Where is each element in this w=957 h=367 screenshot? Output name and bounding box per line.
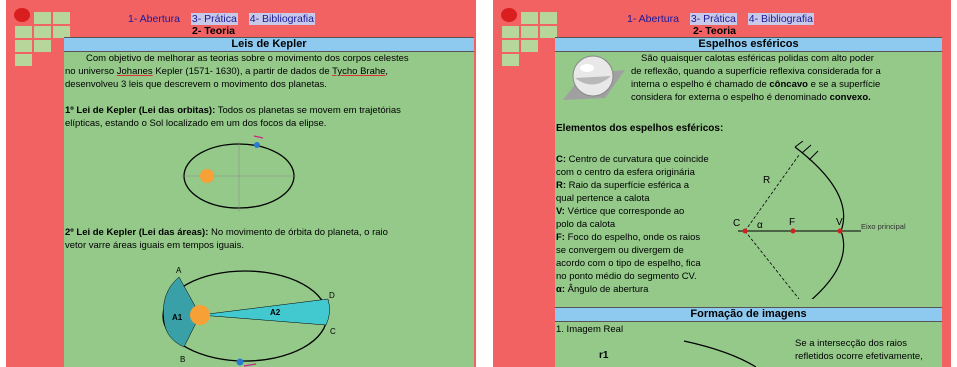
label-principal-axis: Eixo principal xyxy=(861,222,906,231)
image-text-line-2: refletidos ocorre efetivamente, xyxy=(795,351,923,362)
content-area: Leis de Kepler Com objetivo de melhorar … xyxy=(64,37,474,367)
element-v-line-1: V: Vértice que corresponde ao xyxy=(556,206,685,217)
law2-line-2: vetor varre áreas iguais em tempos iguai… xyxy=(65,240,244,251)
section-title-image-formation: Formação de imagens xyxy=(555,307,942,322)
element-r-line-2: qual pertence a calota xyxy=(556,193,650,204)
label-v: V xyxy=(836,217,843,228)
label-a: A xyxy=(176,266,182,275)
law2-title: 2º Lei de Kepler (Lei das áreas): xyxy=(65,227,209,238)
label-r: R xyxy=(763,175,770,186)
law1-line-1: 1º Lei de Kepler (Lei das orbitas): Todo… xyxy=(65,105,401,116)
element-r-line-1: R: Raio da superfície esférica a xyxy=(556,180,690,191)
image-text-line-1: Se a intersecção dos raios xyxy=(795,338,907,349)
spherical-mirror-image xyxy=(563,55,625,100)
nav-link-abertura[interactable]: 1- Abertura xyxy=(128,13,180,25)
image-real-heading: 1. Imagem Real xyxy=(556,324,624,335)
image-formation-mirror xyxy=(683,340,757,367)
intro-line-2: no universo Johanes Kepler (1571- 1630),… xyxy=(65,66,389,77)
current-page-label: 2- Teoria xyxy=(693,25,736,37)
content-area: Espelhos esféricos São quaisquer calotas… xyxy=(555,37,942,367)
top-nav: 1- Abertura 3- Prática 4- Bibliografia xyxy=(627,13,822,25)
nav-link-bibliografia[interactable]: 4- Bibliografia xyxy=(248,13,315,25)
intro-line-3: desenvolveu 3 leis que descrevem o movim… xyxy=(65,79,327,90)
label-alpha: α xyxy=(757,220,763,231)
nav-link-pratica[interactable]: 3- Prática xyxy=(190,13,238,25)
areas-diagram: A B C D A1 A2 xyxy=(162,266,336,367)
label-c: C xyxy=(330,327,336,336)
label-a1: A1 xyxy=(172,313,183,322)
mirror-intro-line-3: interna o espelho é chamado de côncavo e… xyxy=(631,79,881,90)
nav-link-abertura[interactable]: 1- Abertura xyxy=(627,13,679,25)
element-c-line-2: com o centro da esfera originária xyxy=(556,167,695,178)
element-f-line-1: F: Foco do espelho, onde os raios xyxy=(556,232,701,243)
law2-line-1: 2º Lei de Kepler (Lei das áreas): No mov… xyxy=(65,227,388,238)
name-tycho-brahe: Tycho Brahe xyxy=(332,66,386,77)
law1-title: 1º Lei de Kepler (Lei das orbitas): xyxy=(65,105,216,116)
element-f-line-2: se convergem ou divergem de xyxy=(556,245,684,256)
element-f-line-4: no ponto médio do segmento CV. xyxy=(556,271,697,282)
name-johanes: Johanes xyxy=(116,66,153,77)
law1-line-2: elípticas, estando o Sol localizado em u… xyxy=(65,118,327,129)
left-page: 1- Abertura 3- Prática 4- Bibliografia 2… xyxy=(6,0,476,367)
mirror-intro-line-4: considera for externa o espelho é denomi… xyxy=(631,92,871,103)
mirror-intro-line-1: São quaisquer calotas esféricas polidas … xyxy=(641,53,874,64)
label-f: F xyxy=(789,217,795,228)
elements-title: Elementos dos espelhos esféricos: xyxy=(556,123,724,134)
element-c-line-1: C: Centro de curvatura que coincide xyxy=(556,154,709,165)
section-title: Leis de Kepler xyxy=(64,37,474,52)
right-page: 1- Abertura 3- Prática 4- Bibliografia 2… xyxy=(493,0,951,367)
element-v-line-2: polo da calota xyxy=(556,219,616,230)
current-page-label: 2- Teoria xyxy=(192,25,235,37)
intro-line-1: Com objetivo de melhorar as teorias sobr… xyxy=(86,53,409,64)
label-d: D xyxy=(329,291,335,300)
nav-link-bibliografia[interactable]: 4- Bibliografia xyxy=(747,13,814,25)
label-r1: r1 xyxy=(599,350,609,361)
mirror-intro-line-2: de reflexão, quando a superfície reflexi… xyxy=(631,66,881,77)
element-f-line-3: acordo com o tipo de espelho, fica xyxy=(556,258,701,269)
section-title: Espelhos esféricos xyxy=(555,37,942,52)
nav-link-pratica[interactable]: 3- Prática xyxy=(689,13,737,25)
orbit-diagram xyxy=(181,135,297,212)
top-nav: 1- Abertura 3- Prática 4- Bibliografia xyxy=(128,13,323,25)
label-c: C xyxy=(733,218,740,229)
concave-mirror-diagram: C α F V R Eixo principal xyxy=(733,141,906,299)
element-alpha-line: α: Ângulo de abertura xyxy=(556,284,649,295)
label-a2: A2 xyxy=(270,308,281,317)
label-b: B xyxy=(180,355,185,364)
